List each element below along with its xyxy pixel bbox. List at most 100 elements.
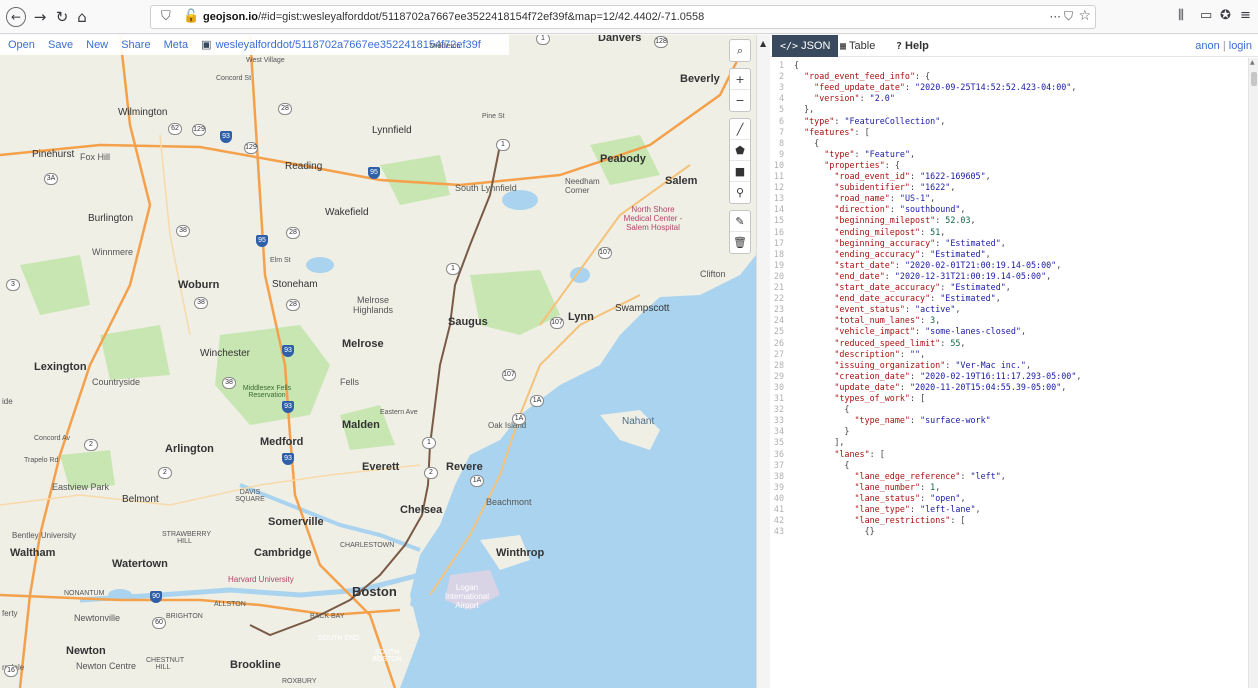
tab-json[interactable]: </> JSON bbox=[772, 35, 839, 57]
draw-line-icon[interactable]: ╱ bbox=[730, 119, 750, 140]
code-line[interactable]: 23 "event_status": "active", bbox=[770, 304, 1244, 315]
map-label: Waltham bbox=[10, 547, 56, 559]
code-line[interactable]: 28 "issuing_organization": "Ver-Mac inc.… bbox=[770, 360, 1244, 371]
code-line[interactable]: 42 "lane_restrictions": [ bbox=[770, 515, 1244, 526]
map-label: Middlesex Fells Reservation bbox=[242, 385, 292, 399]
json-editor[interactable]: 1{2 "road_event_feed_info": {3 "feed_upd… bbox=[770, 58, 1248, 688]
extension-icon[interactable]: ✪ bbox=[1220, 8, 1231, 23]
map-label: Belmont bbox=[122, 494, 159, 505]
code-line[interactable]: 20 "end_date": "2020-12-31T21:00:19.14-0… bbox=[770, 271, 1244, 282]
code-line[interactable]: 6 "type": "FeatureCollection", bbox=[770, 116, 1244, 127]
code-line[interactable]: 25 "vehicle_impact": "some-lanes-closed"… bbox=[770, 326, 1244, 337]
code-text: "event_status": "active", bbox=[834, 304, 961, 315]
forward-icon[interactable]: → bbox=[30, 7, 50, 27]
route-shield: 28 bbox=[286, 227, 300, 239]
menu-new[interactable]: New bbox=[86, 39, 108, 51]
code-line[interactable]: 35 ], bbox=[770, 437, 1244, 448]
panel-divider[interactable]: ▲ bbox=[756, 35, 770, 688]
code-line[interactable]: 8 { bbox=[770, 138, 1244, 149]
reload-icon[interactable]: ↻ bbox=[52, 7, 72, 27]
code-line[interactable]: 9 "type": "Feature", bbox=[770, 149, 1244, 160]
code-line[interactable]: 27 "description": "", bbox=[770, 349, 1244, 360]
code-line[interactable]: 21 "start_date_accuracy": "Estimated", bbox=[770, 282, 1244, 293]
home-icon[interactable]: ⌂ bbox=[72, 7, 92, 27]
code-line[interactable]: 1{ bbox=[770, 60, 1244, 71]
editor-scrollbar[interactable]: ▲ bbox=[1248, 58, 1258, 688]
code-line[interactable]: 34 } bbox=[770, 426, 1244, 437]
trash-icon[interactable]: 🗑 bbox=[730, 232, 750, 253]
code-text: "type": "FeatureCollection", bbox=[804, 115, 946, 126]
map-panel[interactable]: Open Save New Share Meta ▣ wesleyalforddo… bbox=[0, 35, 756, 688]
route-shield: 38 bbox=[222, 377, 236, 389]
tab-help[interactable]: ? Help bbox=[888, 35, 937, 57]
code-line[interactable]: 32 { bbox=[770, 404, 1244, 415]
menu-save[interactable]: Save bbox=[48, 39, 73, 51]
library-icon[interactable]: ⫼ bbox=[1178, 8, 1184, 23]
code-line[interactable]: 16 "ending_milepost": 51, bbox=[770, 227, 1244, 238]
code-line[interactable]: 41 "lane_type": "left-lane", bbox=[770, 504, 1244, 515]
anon-link[interactable]: anon bbox=[1195, 40, 1219, 52]
line-number: 17 bbox=[773, 237, 784, 248]
draw-rectangle-icon[interactable]: ■ bbox=[730, 161, 750, 182]
page-actions-icon[interactable]: ··· bbox=[1050, 10, 1061, 24]
code-line[interactable]: 36 "lanes": [ bbox=[770, 449, 1244, 460]
zoom-in-button[interactable]: + bbox=[730, 69, 750, 90]
line-number: 42 bbox=[773, 515, 784, 526]
code-line[interactable]: 7 "features": [ bbox=[770, 127, 1244, 138]
menu-share[interactable]: Share bbox=[121, 39, 150, 51]
collapse-arrow-icon[interactable]: ▲ bbox=[760, 39, 766, 48]
code-line[interactable]: 40 "lane_status": "open", bbox=[770, 493, 1244, 504]
pocket-icon[interactable]: ⛉ bbox=[1064, 9, 1073, 24]
edit-icon[interactable]: ✎ bbox=[730, 211, 750, 232]
line-number: 25 bbox=[773, 326, 784, 337]
menu-meta[interactable]: Meta bbox=[164, 39, 188, 51]
login-link[interactable]: login bbox=[1229, 40, 1252, 52]
code-line[interactable]: 26 "reduced_speed_limit": 55, bbox=[770, 338, 1244, 349]
code-line[interactable]: 37 { bbox=[770, 460, 1244, 471]
code-line[interactable]: 22 "end_date_accuracy": "Estimated", bbox=[770, 293, 1244, 304]
code-line[interactable]: 33 "type_name": "surface-work" bbox=[770, 415, 1244, 426]
code-line[interactable]: 15 "beginning_milepost": 52.03, bbox=[770, 215, 1244, 226]
line-number: 37 bbox=[773, 459, 784, 470]
code-line[interactable]: 43 {} bbox=[770, 526, 1244, 537]
code-line[interactable]: 38 "lane_edge_reference": "left", bbox=[770, 471, 1244, 482]
code-line[interactable]: 3 "feed_update_date": "2020-09-25T14:52:… bbox=[770, 82, 1244, 93]
code-line[interactable]: 14 "direction": "southbound", bbox=[770, 204, 1244, 215]
shield-icon[interactable]: ⛉ bbox=[161, 9, 171, 24]
menu-icon[interactable]: ≡ bbox=[1240, 8, 1251, 23]
code-line[interactable]: 11 "road_event_id": "1622-169605", bbox=[770, 171, 1244, 182]
line-number: 36 bbox=[773, 448, 784, 459]
draw-marker-icon[interactable]: ⚲ bbox=[730, 182, 750, 203]
code-line[interactable]: 4 "version": "2.0" bbox=[770, 93, 1244, 104]
route-shield: 2 bbox=[424, 467, 438, 479]
map-label: SOUTH BOSTON bbox=[372, 649, 402, 663]
sidebar-icon[interactable]: ▭ bbox=[1200, 8, 1212, 23]
code-line[interactable]: 10 "properties": { bbox=[770, 160, 1244, 171]
draw-polygon-icon[interactable]: ⬟ bbox=[730, 140, 750, 161]
browser-toolbar: ← → ↻ ⌂ ⛉ 🔓 geojson.io/#id=gist:wesleyal… bbox=[0, 0, 1258, 34]
code-line[interactable]: 30 "update_date": "2020-11-20T15:04:55.3… bbox=[770, 382, 1244, 393]
tab-table[interactable]: ▦ Table bbox=[832, 35, 883, 57]
insecure-lock-icon[interactable]: 🔓 bbox=[183, 9, 199, 24]
code-line[interactable]: 24 "total_num_lanes": 3, bbox=[770, 315, 1244, 326]
scroll-up-icon[interactable]: ▲ bbox=[1250, 59, 1255, 66]
url-text[interactable]: geojson.io/#id=gist:wesleyalforddot/5118… bbox=[203, 11, 704, 23]
code-line[interactable]: 5 }, bbox=[770, 104, 1244, 115]
code-line[interactable]: 19 "start_date": "2020-02-01T21:00:19.14… bbox=[770, 260, 1244, 271]
code-line[interactable]: 39 "lane_number": 1, bbox=[770, 482, 1244, 493]
code-line[interactable]: 31 "types_of_work": [ bbox=[770, 393, 1244, 404]
code-line[interactable]: 13 "road_name": "US-1", bbox=[770, 193, 1244, 204]
back-icon[interactable]: ← bbox=[6, 7, 26, 27]
search-icon[interactable]: ⌕ bbox=[730, 40, 750, 61]
menu-open[interactable]: Open bbox=[8, 39, 35, 51]
code-line[interactable]: 29 "creation_date": "2020-02-19T16:11:17… bbox=[770, 371, 1244, 382]
line-number: 11 bbox=[773, 171, 784, 181]
zoom-out-button[interactable]: − bbox=[730, 90, 750, 111]
code-line[interactable]: 2 "road_event_feed_info": { bbox=[770, 71, 1244, 82]
code-line[interactable]: 17 "beginning_accuracy": "Estimated", bbox=[770, 238, 1244, 249]
scroll-thumb[interactable] bbox=[1251, 72, 1257, 86]
code-line[interactable]: 12 "subidentifier": "1622", bbox=[770, 182, 1244, 193]
bookmark-star-icon[interactable]: ☆ bbox=[1078, 8, 1091, 24]
url-bar[interactable]: ⛉ 🔓 geojson.io/#id=gist:wesleyalforddot/… bbox=[150, 5, 1096, 29]
code-line[interactable]: 18 "ending_accuracy": "Estimated", bbox=[770, 249, 1244, 260]
